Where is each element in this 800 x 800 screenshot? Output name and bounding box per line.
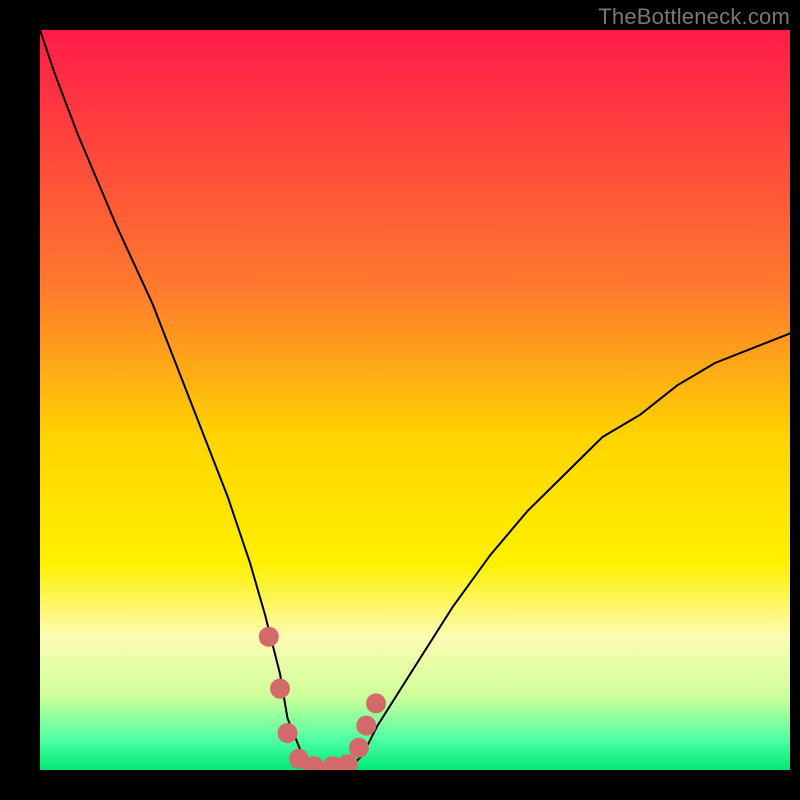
marker-dot <box>349 738 369 758</box>
marker-dot <box>270 679 290 699</box>
marker-dot <box>356 716 376 736</box>
chart-svg <box>40 30 790 770</box>
plot-area <box>40 30 790 770</box>
gradient-background <box>40 30 790 770</box>
marker-dot <box>366 693 386 713</box>
marker-dot <box>278 723 298 743</box>
chart-frame: TheBottleneck.com <box>0 0 800 800</box>
watermark-text: TheBottleneck.com <box>598 4 790 30</box>
marker-dot <box>259 627 279 647</box>
